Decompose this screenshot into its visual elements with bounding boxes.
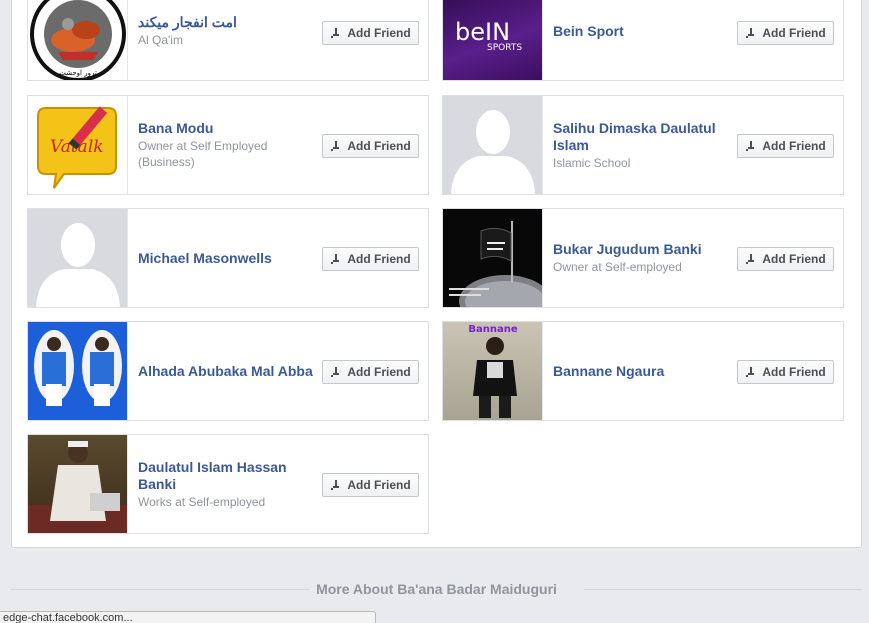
add-friend-icon xyxy=(331,480,340,490)
add-friend-icon xyxy=(331,28,340,38)
subtitle-prefix: Owner at xyxy=(553,260,606,274)
seated-man-photo xyxy=(28,441,127,533)
vatalk-logo: Vatalk xyxy=(37,106,117,189)
add-friend-icon xyxy=(331,141,340,151)
avatar[interactable] xyxy=(28,322,128,420)
add-friend-button[interactable]: Add Friend xyxy=(737,21,834,45)
avatar[interactable] xyxy=(28,435,128,533)
avatar[interactable]: Bannane xyxy=(443,322,543,420)
add-friend-button[interactable]: Add Friend xyxy=(737,360,834,384)
add-friend-icon xyxy=(746,28,755,38)
add-friend-icon xyxy=(331,367,340,377)
subtitle-prefix: Works at xyxy=(138,494,189,509)
add-friend-button[interactable]: Add Friend xyxy=(737,247,834,271)
employer-link[interactable]: Self-employed xyxy=(605,260,682,274)
friend-card: Vatalk Bana Modu Owner at Self Employed … xyxy=(27,95,429,195)
avatar[interactable]: Vatalk xyxy=(28,96,128,194)
add-friend-label: Add Friend xyxy=(762,26,826,40)
friend-card: ترور اوحشت امت انفجار میکند Al Qa'im Add… xyxy=(27,0,429,81)
add-friend-icon xyxy=(746,254,755,264)
add-friend-label: Add Friend xyxy=(347,26,411,40)
friend-name[interactable]: Bana Modu xyxy=(138,120,318,137)
add-friend-label: Add Friend xyxy=(762,252,826,266)
add-friend-icon xyxy=(746,367,755,377)
flag-photo xyxy=(449,221,542,307)
subtitle-prefix: Owner at xyxy=(138,139,191,153)
friend-name[interactable]: Bannane Ngaura xyxy=(553,363,733,380)
friend-name[interactable]: Michael Masonwells xyxy=(138,250,318,267)
friend-subtitle: Islamic School xyxy=(553,155,631,170)
add-friend-button[interactable]: Add Friend xyxy=(322,21,419,45)
add-friend-label: Add Friend xyxy=(347,252,411,266)
add-friend-button[interactable]: Add Friend xyxy=(322,473,419,497)
avatar[interactable]: ترور اوحشت xyxy=(28,0,128,80)
friend-card: Salihu Dimaska Daulatul Islam Islamic Sc… xyxy=(442,95,844,195)
friend-name[interactable]: Salihu Dimaska Daulatul Islam xyxy=(553,120,733,154)
divider-line-right xyxy=(584,589,862,590)
emblem-text: ترور اوحشت xyxy=(59,69,97,77)
avatar[interactable] xyxy=(443,209,543,307)
friend-name[interactable]: Alhada Abubaka Mal Abba xyxy=(138,363,318,380)
friend-subtitle: Al Qa'im xyxy=(138,33,183,47)
person-photo: Bannane xyxy=(468,324,518,418)
add-friend-label: Add Friend xyxy=(762,365,826,379)
add-friend-button[interactable]: Add Friend xyxy=(737,134,834,158)
default-silhouette-icon xyxy=(451,110,535,194)
friend-name[interactable]: امت انفجار میکند xyxy=(138,14,318,31)
add-friend-button[interactable]: Add Friend xyxy=(322,247,419,271)
add-friend-label: Add Friend xyxy=(347,478,411,492)
employer-link[interactable]: Self-employed xyxy=(188,495,265,509)
avatar[interactable] xyxy=(443,96,543,194)
jersey-photo xyxy=(34,330,122,406)
avatar[interactable] xyxy=(28,209,128,307)
add-friend-button[interactable]: Add Friend xyxy=(322,134,419,158)
logo-word: beIN xyxy=(455,18,510,46)
friend-subtitle: Works at Self-employed xyxy=(138,494,318,510)
avatar[interactable]: beIN SPORTS xyxy=(443,0,543,80)
friend-name[interactable]: Bein Sport xyxy=(553,23,733,40)
friend-name[interactable]: Bukar Jugudum Banki xyxy=(553,241,733,258)
add-friend-label: Add Friend xyxy=(347,365,411,379)
bein-sports-logo: beIN SPORTS xyxy=(455,18,522,53)
add-friend-icon xyxy=(746,141,755,151)
add-friend-label: Add Friend xyxy=(762,139,826,153)
logo-sub: SPORTS xyxy=(487,43,522,53)
photo-caption: Bannane xyxy=(468,324,517,335)
default-silhouette-icon xyxy=(36,223,120,307)
friend-name[interactable]: Daulatul Islam Hassan Banki xyxy=(138,459,318,493)
friend-subtitle: Owner at Self-employed xyxy=(553,259,733,275)
friend-card: beIN SPORTS Bein Sport Add Friend xyxy=(442,0,844,81)
browser-status-bar: edge-chat.facebook.com... xyxy=(0,611,376,623)
emblem-logo-image: ترور اوحشت xyxy=(30,0,126,80)
section-divider: More About Ba'ana Badar Maiduguri xyxy=(11,578,862,600)
add-friend-icon xyxy=(331,254,340,264)
add-friend-label: Add Friend xyxy=(347,139,411,153)
friend-subtitle: Owner at Self Employed (Business) xyxy=(138,138,318,170)
add-friend-button[interactable]: Add Friend xyxy=(322,360,419,384)
friend-card: Michael Masonwells Add Friend xyxy=(27,208,429,308)
friend-card: Daulatul Islam Hassan Banki Works at Sel… xyxy=(27,434,429,534)
friend-card: Bukar Jugudum Banki Owner at Self-employ… xyxy=(442,208,844,308)
friend-card: Alhada Abubaka Mal Abba Add Friend xyxy=(27,321,429,421)
friend-card: Bannane Bannane Ngaura Add Friend xyxy=(442,321,844,421)
